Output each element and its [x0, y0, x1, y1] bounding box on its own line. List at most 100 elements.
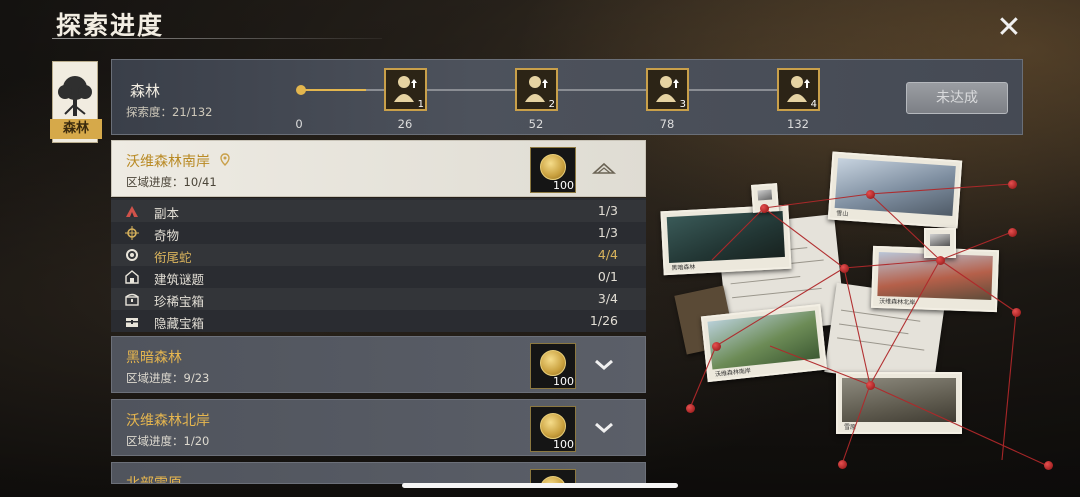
hidden-chest-icon: [126, 318, 138, 327]
area-reward[interactable]: 100: [530, 406, 576, 452]
item-count: 4/4: [597, 247, 618, 262]
item-count: 1/26: [589, 313, 618, 328]
item-count: 0/1: [597, 269, 618, 284]
progress-track: [427, 89, 515, 91]
milestone-threshold: 26: [397, 117, 413, 131]
reward-count: 100: [553, 179, 574, 192]
area-name: 沃维森林北岸: [126, 413, 210, 429]
map-pin: [1044, 461, 1053, 470]
building-puzzle-icon: [125, 270, 139, 284]
item-count: 1/3: [597, 203, 618, 218]
area-name-text: 沃维森林南岸: [126, 154, 210, 170]
list-item: 奇物 1/3: [111, 222, 646, 244]
curio-icon: [125, 226, 139, 240]
map-connection-strings: [689, 183, 1049, 467]
item-label: 衔尾蛇: [154, 250, 192, 265]
area-progress: 区域进度：1/20: [126, 434, 210, 448]
progress-track: [558, 89, 646, 91]
map-pin: [1008, 180, 1017, 189]
chevron-down-icon[interactable]: [592, 355, 616, 375]
map-pin: [840, 264, 849, 273]
region-name: 森林: [130, 82, 161, 100]
progress-track: [689, 89, 777, 91]
tree-icon: [58, 76, 92, 116]
map-pin: [760, 204, 769, 213]
map-pin: [686, 404, 695, 413]
area-header-dark-forest[interactable]: 黑暗森林 区域进度：9/23 100: [111, 336, 646, 393]
milestone-reward-2[interactable]: 2: [515, 68, 558, 111]
milestone-reward-3[interactable]: 3: [646, 68, 689, 111]
coin-icon: [540, 413, 566, 439]
area-progress: 区域进度：9/23: [126, 371, 210, 385]
item-count: 1/3: [597, 225, 618, 240]
area-reward[interactable]: 100: [530, 147, 576, 193]
list-item: 建筑谜题 0/1: [111, 266, 646, 288]
list-item: 衔尾蛇 4/4: [111, 244, 646, 266]
area-header-north-snowfield[interactable]: 北部雪原 100: [111, 462, 646, 484]
adventurer-upgrade-icon: [394, 76, 417, 102]
progress-track-filled: [300, 89, 366, 91]
region-exploration-progress: 探索度：21/132: [126, 105, 213, 119]
map-pin: [866, 381, 875, 390]
item-label: 奇物: [154, 228, 180, 243]
map-pin: [866, 190, 875, 199]
close-icon: ✕: [996, 9, 1022, 45]
adventurer-upgrade-icon: [525, 76, 548, 102]
map-pin: [1012, 308, 1021, 317]
area-header-north-shore[interactable]: 沃维森林北岸 区域进度：1/20 100: [111, 399, 646, 456]
progress-track: [366, 89, 384, 91]
chevron-up-icon[interactable]: [592, 159, 616, 179]
map-pin: [838, 460, 847, 469]
coin-icon: [540, 350, 566, 376]
milestone-threshold: 78: [659, 117, 675, 131]
page-title: 探索进度: [56, 11, 165, 40]
milestone-reward-4[interactable]: 4: [777, 68, 820, 111]
region-card-label: 森林: [50, 119, 102, 139]
milestone-reward-1[interactable]: 1: [384, 68, 427, 111]
area-header-south-shore[interactable]: 沃维森林南岸 区域进度：10/41 100: [111, 140, 646, 197]
area-reward[interactable]: 100: [530, 343, 576, 389]
close-button[interactable]: ✕: [992, 9, 1026, 45]
milestone-index: 1: [417, 99, 424, 110]
milestone-index: 3: [679, 99, 686, 110]
area-progress: 区域进度：10/41: [126, 175, 217, 189]
map-pin: [936, 256, 945, 265]
item-label: 副本: [154, 206, 180, 221]
coin-icon: [540, 154, 566, 180]
region-emblem-card[interactable]: 森林: [50, 61, 102, 143]
area-name: 黑暗森林: [126, 350, 182, 366]
milestone-index: 2: [548, 99, 555, 110]
map-pin: [1008, 228, 1017, 237]
ouroboros-icon: [126, 249, 138, 261]
rare-chest-icon: [125, 293, 139, 306]
chevron-down-icon[interactable]: [592, 418, 616, 438]
list-item: 副本 1/3: [111, 200, 646, 222]
exploration-map-board[interactable]: 雪山 黑暗森林 沃维森林北岸 沃维森林南岸 雪原: [660, 150, 1060, 480]
milestone-threshold: 132: [787, 117, 809, 131]
home-indicator[interactable]: [402, 483, 678, 488]
dungeon-icon: [126, 206, 138, 217]
item-label: 珍稀宝箱: [154, 294, 205, 309]
location-pin-icon[interactable]: [220, 153, 231, 166]
adventurer-upgrade-icon: [787, 76, 810, 102]
title-divider: [52, 38, 382, 39]
list-item: 珍稀宝箱 3/4: [111, 288, 646, 310]
progress-start-marker: [296, 85, 306, 95]
area-reward[interactable]: 100: [530, 469, 576, 483]
adventurer-upgrade-icon: [656, 76, 679, 102]
milestone-index: 4: [810, 99, 817, 110]
reward-count: 100: [553, 375, 574, 388]
area-detail-list: 副本 1/3 奇物 1/3 衔尾蛇 4/4 建筑谜题 0/1 珍稀宝箱 3/4 …: [111, 198, 646, 332]
region-progress-banner: 森林 探索度：21/132 0 1 26 2 52 3 78 4 132 未达成: [111, 59, 1023, 135]
item-label: 隐藏宝箱: [154, 316, 205, 331]
area-name: 沃维森林南岸: [126, 151, 231, 171]
map-pin: [712, 342, 721, 351]
claim-reward-button[interactable]: 未达成: [906, 82, 1008, 114]
list-item: 隐藏宝箱 1/26: [111, 310, 646, 332]
milestone-threshold-start: 0: [295, 117, 303, 131]
area-name: 北部雪原: [126, 476, 182, 484]
milestone-threshold: 52: [528, 117, 544, 131]
item-label: 建筑谜题: [154, 272, 205, 287]
reward-count: 100: [553, 438, 574, 451]
item-count: 3/4: [597, 291, 618, 306]
